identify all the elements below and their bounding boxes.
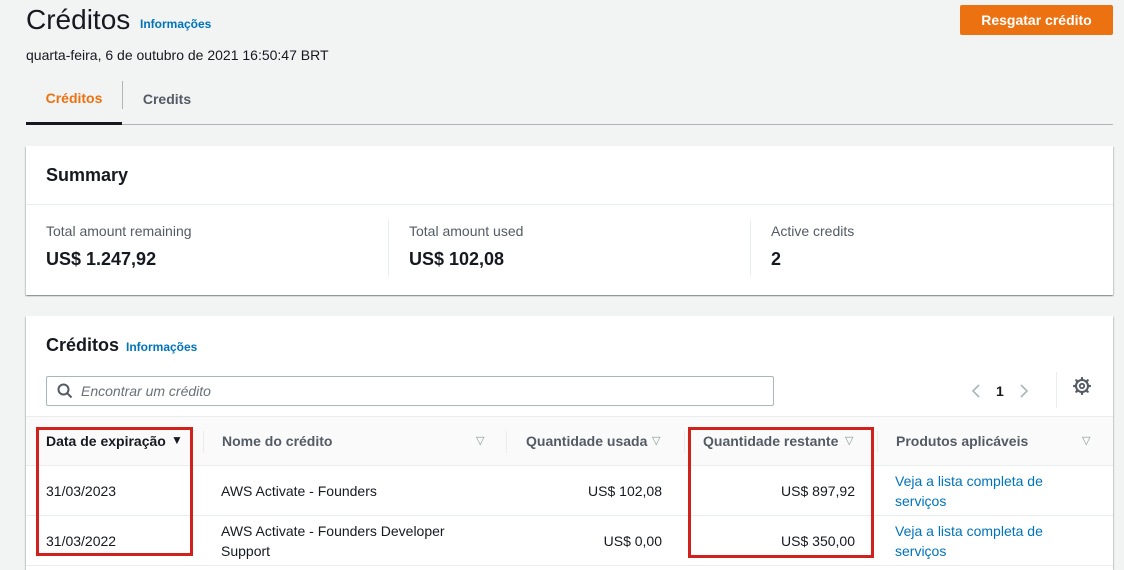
redeem-credit-button[interactable]: Resgatar crédito [960, 5, 1113, 35]
stat-label: Total amount used [409, 223, 524, 239]
column-header-applicable-products[interactable]: Produtos aplicáveis [896, 417, 1076, 465]
credits-info-link[interactable]: Informações [126, 340, 197, 354]
pager-divider [1056, 372, 1057, 408]
column-header-label: Nome do crédito [222, 433, 333, 449]
products-link[interactable]: Veja a lista completa de serviços [895, 471, 1043, 511]
stat-label: Active credits [771, 223, 855, 239]
summary-panel: Summary Total amount remaining US$ 1.247… [26, 146, 1113, 295]
cell-credit-name: AWS Activate - Founders Developer Suppor… [221, 521, 445, 561]
products-link[interactable]: Veja a lista completa de serviços [895, 521, 1043, 561]
chevron-left-icon[interactable] [966, 381, 986, 401]
chevron-right-icon[interactable] [1014, 381, 1034, 401]
tab-bar: Créditos Credits [26, 74, 1113, 125]
gear-icon[interactable] [1073, 377, 1091, 395]
stat-active-credits: Active credits 2 [771, 223, 854, 270]
products-link-line: serviços [895, 493, 947, 509]
cell-credit-name: AWS Activate - Founders [221, 483, 377, 499]
stat-value: US$ 102,08 [409, 249, 505, 269]
credit-name-line: AWS Activate - Founders Developer [221, 523, 445, 539]
sort-icon[interactable]: ▽ [476, 434, 484, 447]
products-link-line: serviços [895, 543, 947, 559]
info-link[interactable]: Informações [140, 17, 211, 31]
stat-value: 2 [771, 249, 782, 269]
stat-divider [388, 220, 389, 276]
sort-icon[interactable]: ▽ [1082, 434, 1090, 447]
stat-total-used: Total amount used US$ 102,08 [409, 223, 523, 270]
cell-amount-used: US$ 102,08 [588, 483, 662, 499]
column-header-label: Produtos aplicáveis [896, 433, 1029, 449]
column-divider [684, 431, 685, 453]
highlight-box-remaining [688, 427, 874, 558]
search-input[interactable] [81, 383, 761, 399]
stat-value: US$ 1.247,92 [46, 249, 157, 269]
summary-title: Summary [46, 165, 129, 185]
search-icon [57, 383, 73, 399]
products-link-line: Veja a lista completa de [895, 473, 1043, 489]
sort-icon[interactable]: ▽ [652, 434, 660, 447]
column-divider [877, 431, 878, 453]
credit-name-line: Support [221, 543, 271, 559]
column-header-label: Quantidade usada [526, 433, 648, 449]
stat-divider [750, 220, 751, 276]
stat-label: Total amount remaining [46, 223, 192, 239]
products-link-line: Veja a lista completa de [895, 523, 1043, 539]
stat-total-remaining: Total amount remaining US$ 1.247,92 [46, 223, 192, 270]
tab-creditos[interactable]: Créditos [26, 74, 122, 125]
credits-title: Créditos [46, 335, 120, 355]
column-divider [506, 431, 507, 453]
tab-credits[interactable]: Credits [123, 74, 211, 124]
column-header-credit-name[interactable]: Nome do crédito [222, 417, 482, 465]
pagination: 1 [966, 376, 1034, 406]
highlight-box-expiration [36, 427, 193, 556]
page-number[interactable]: 1 [996, 383, 1004, 399]
page-title: Créditos [26, 4, 131, 35]
column-divider [203, 431, 204, 453]
search-field[interactable] [46, 376, 774, 406]
page-timestamp: quarta-feira, 6 de outubro de 2021 16:50… [26, 47, 329, 63]
summary-divider [26, 204, 1113, 205]
cell-amount-used: US$ 0,00 [603, 533, 662, 549]
